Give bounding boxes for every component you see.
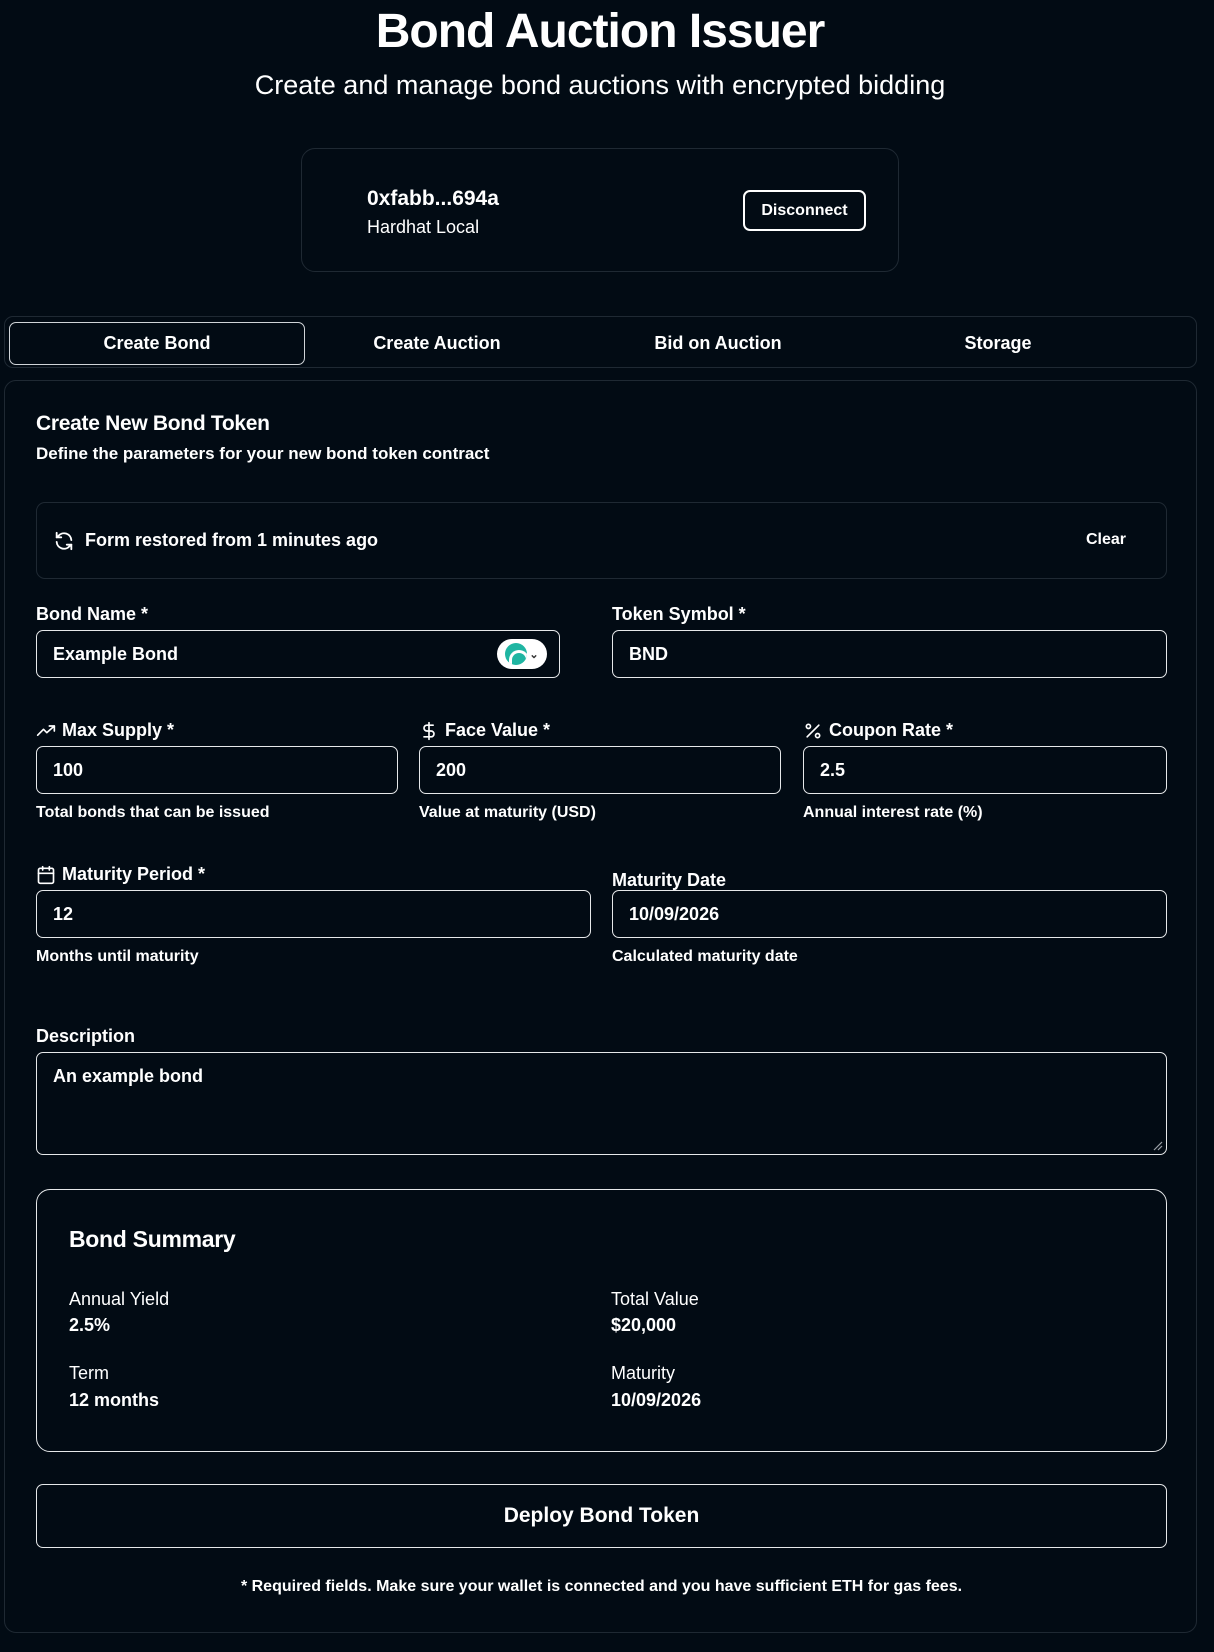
tab-bar: Create Bond Create Auction Bid on Auctio…: [4, 316, 1197, 368]
coupon-rate-input[interactable]: 2.5: [803, 746, 1167, 794]
max-supply-value: 100: [53, 759, 84, 780]
wallet-address: 0xfabb...694a: [367, 187, 499, 210]
bond-name-value: Example Bond: [53, 643, 179, 664]
annual-yield-label: Annual Yield: [69, 1289, 170, 1309]
bond-name-input[interactable]: Example Bond ⌄: [36, 630, 560, 678]
password-manager-icon[interactable]: ⌄: [497, 639, 547, 669]
max-supply-label: Max Supply *: [36, 720, 174, 741]
restore-banner: Form restored from 1 minutes ago Clear: [36, 502, 1167, 579]
clear-button[interactable]: Clear: [1086, 531, 1126, 549]
maturity-label: Maturity: [611, 1363, 676, 1383]
token-symbol-input[interactable]: BND: [612, 630, 1167, 678]
annual-yield-value: 2.5%: [69, 1315, 111, 1335]
face-value-value: 200: [436, 759, 467, 780]
maturity-period-hint: Months until maturity: [36, 948, 199, 965]
face-value-input[interactable]: 200: [419, 746, 781, 794]
max-supply-input[interactable]: 100: [36, 746, 398, 794]
restore-message: Form restored from 1 minutes ago: [85, 530, 379, 550]
tab-create-bond[interactable]: Create Bond: [9, 322, 305, 365]
panel-title: Create New Bond Token: [36, 412, 270, 435]
summary-title: Bond Summary: [69, 1226, 236, 1252]
wallet-card: 0xfabb...694a Hardhat Local Disconnect: [301, 148, 899, 272]
maturity-value: 10/09/2026: [611, 1390, 702, 1410]
coupon-rate-hint: Annual interest rate (%): [803, 804, 983, 821]
maturity-date-value: 10/09/2026: [629, 903, 720, 924]
total-value-value: $20,000: [611, 1315, 677, 1335]
dollar-icon: [423, 721, 435, 740]
total-value-label: Total Value: [611, 1289, 699, 1309]
trending-up-icon: [36, 724, 56, 736]
face-value-label: Face Value *: [419, 720, 550, 741]
bond-summary-card: Bond Summary Annual Yield 2.5% Total Val…: [36, 1189, 1167, 1452]
term-label: Term: [69, 1363, 109, 1383]
panel-description: Define the parameters for your new bond …: [36, 444, 490, 463]
tab-create-auction[interactable]: Create Auction: [289, 322, 585, 365]
deploy-bond-token-button[interactable]: Deploy Bond Token: [36, 1484, 1167, 1548]
tab-storage[interactable]: Storage: [850, 322, 1146, 365]
page-subtitle: Create and manage bond auctions with enc…: [254, 70, 946, 100]
description-label: Description: [36, 1026, 136, 1046]
page-title: Bond Auction Issuer: [375, 5, 826, 58]
create-bond-panel: Create New Bond Token Define the paramet…: [4, 380, 1197, 1633]
token-symbol-value: BND: [629, 643, 668, 664]
calendar-icon: [37, 865, 55, 884]
refresh-icon: [55, 531, 73, 551]
coupon-rate-label: Coupon Rate *: [803, 720, 953, 741]
maturity-period-label: Maturity Period *: [36, 864, 205, 885]
face-value-hint: Value at maturity (USD): [419, 804, 596, 821]
term-value: 12 months: [69, 1390, 160, 1410]
maturity-date-hint: Calculated maturity date: [612, 948, 798, 965]
description-value: An example bond: [53, 1066, 204, 1086]
token-symbol-label: Token Symbol *: [612, 604, 746, 624]
maturity-period-value: 12: [53, 903, 74, 924]
max-supply-hint: Total bonds that can be issued: [36, 804, 270, 821]
maturity-date-label: Maturity Date: [612, 870, 727, 890]
coupon-rate-value: 2.5: [820, 759, 846, 780]
description-textarea[interactable]: An example bond: [36, 1052, 1167, 1155]
disconnect-button[interactable]: Disconnect: [743, 190, 866, 231]
percent-icon: [805, 723, 821, 738]
maturity-date-input: 10/09/2026: [612, 890, 1167, 938]
tab-bid-on-auction[interactable]: Bid on Auction: [570, 322, 866, 365]
maturity-period-input[interactable]: 12: [36, 890, 591, 938]
required-fields-note: * Required fields. Make sure your wallet…: [240, 1578, 963, 1595]
wallet-network: Hardhat Local: [367, 217, 480, 237]
resize-handle-icon[interactable]: [1151, 1139, 1163, 1151]
bond-name-label: Bond Name *: [36, 604, 149, 624]
